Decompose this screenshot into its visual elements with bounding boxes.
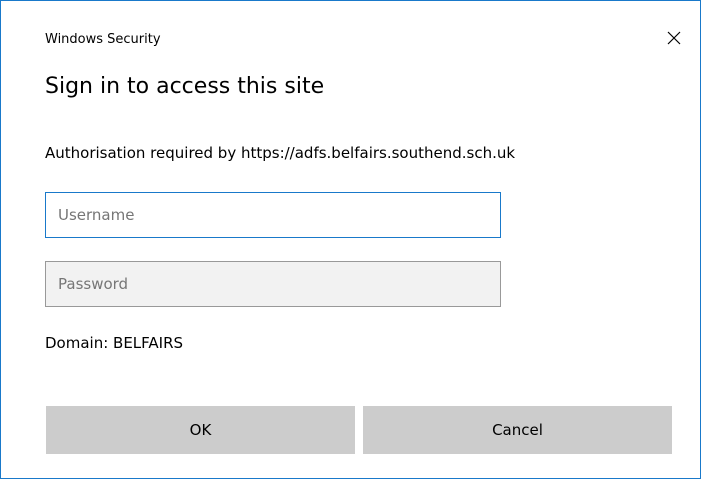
username-input[interactable] [45,192,501,238]
cancel-button[interactable]: Cancel [363,406,672,454]
dialog-heading: Sign in to access this site [45,74,325,99]
close-button[interactable] [658,23,690,53]
ok-button[interactable]: OK [46,406,355,454]
windows-security-dialog: Windows Security Sign in to access this … [0,0,701,479]
window-title: Windows Security [45,32,161,47]
password-input[interactable] [45,261,501,307]
close-icon [667,31,681,45]
authorisation-text: Authorisation required by https://adfs.b… [45,144,516,162]
domain-label: Domain: BELFAIRS [45,334,184,352]
